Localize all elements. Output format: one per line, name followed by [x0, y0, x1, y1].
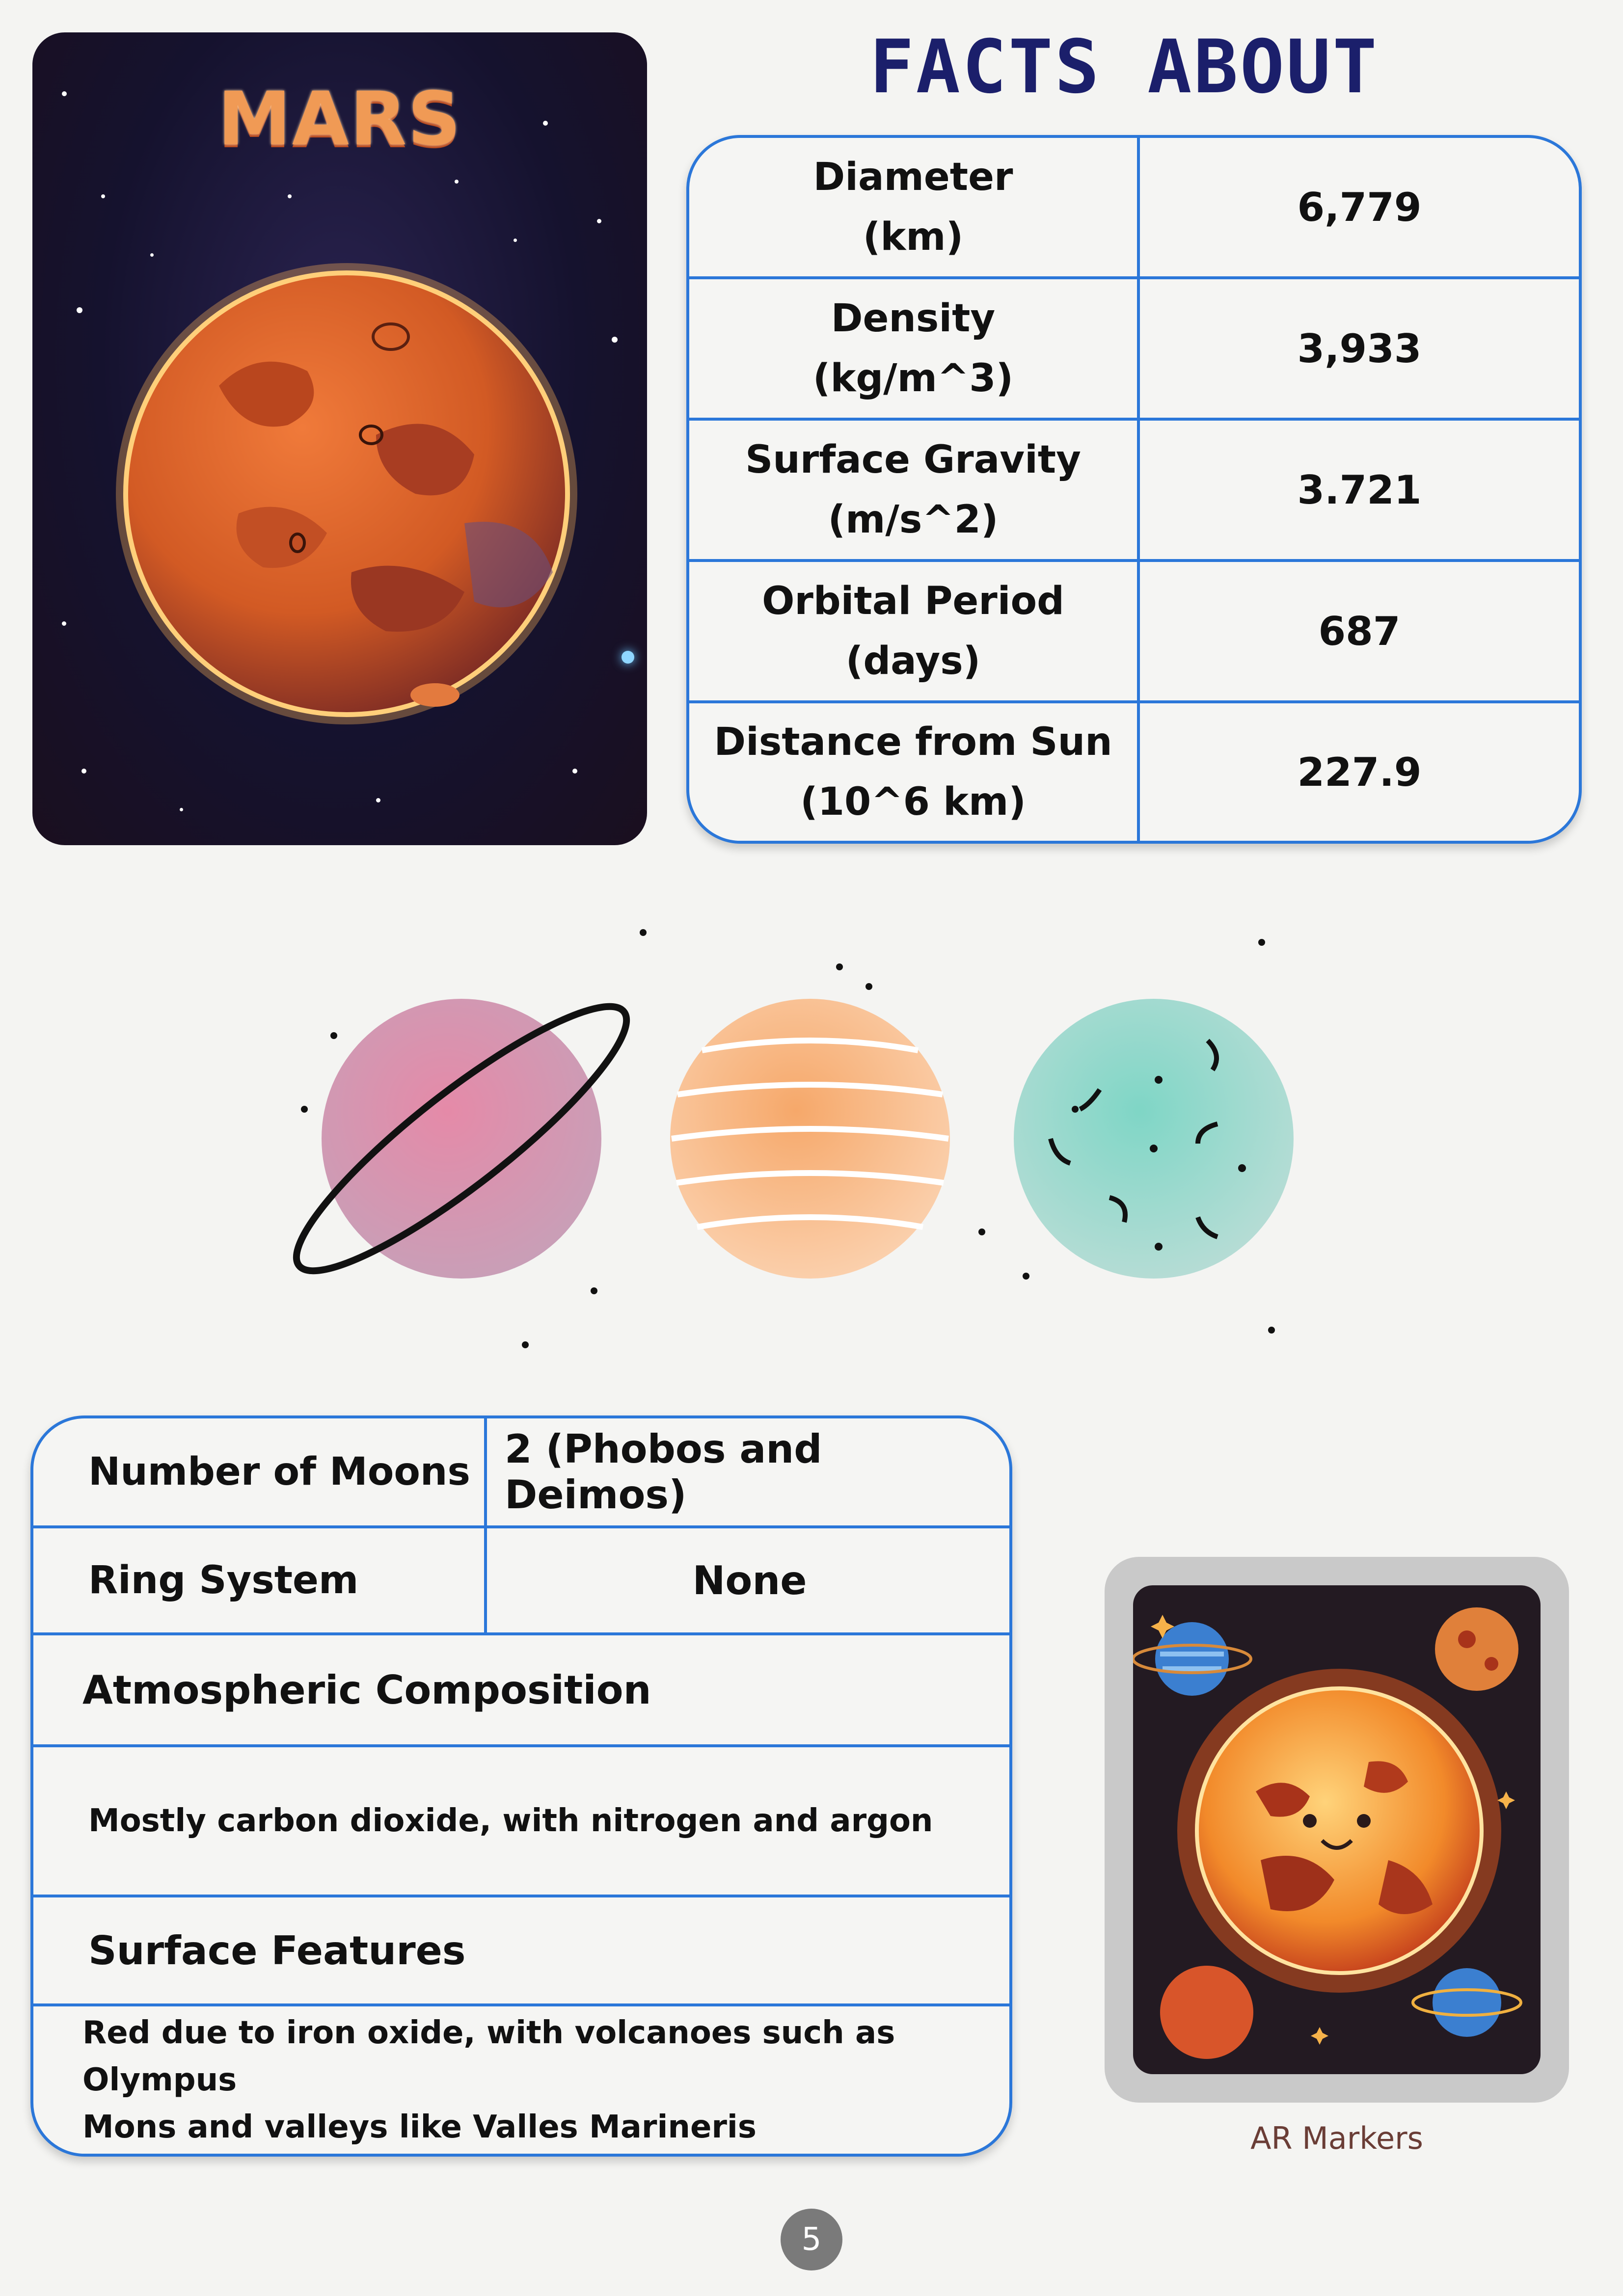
mars-card-image: MARS — [32, 32, 647, 845]
atmosphere-text-row: Mostly carbon dioxide, with nitrogen and… — [33, 1747, 1009, 1897]
mars-planet-illustration — [116, 263, 577, 724]
surface-text-line2: Mons and valleys like Valles Marineris — [82, 2109, 757, 2145]
facts-about-title: FACTS ABOUT — [869, 25, 1379, 110]
rings-label: Ring System — [33, 1528, 487, 1632]
surface-heading-row: Surface Features — [33, 1897, 1009, 2006]
fact-label-line2: (days) — [845, 639, 981, 683]
fact-row-orbital-period: Orbital Period (days) 687 — [689, 562, 1579, 703]
fact-row-density: Density (kg/m^3) 3,933 — [689, 279, 1579, 421]
surface-text-row: Red due to iron oxide, with volcanoes su… — [33, 2006, 1009, 2154]
fact-value: 6,779 — [1297, 184, 1422, 230]
ar-markers-caption: AR Markers — [1250, 2120, 1423, 2156]
fact-value: 3.721 — [1297, 467, 1422, 513]
moons-row: Number of Moons 2 (Phobos and Deimos) — [33, 1418, 1009, 1528]
fact-label-line2: (m/s^2) — [828, 498, 999, 542]
moons-value: 2 (Phobos and Deimos) — [505, 1426, 822, 1518]
facts-table: Diameter (km) 6,779 Density (kg/m^3) 3,9… — [686, 135, 1582, 844]
details-table: Number of Moons 2 (Phobos and Deimos) Ri… — [30, 1415, 1012, 2157]
fact-row-diameter: Diameter (km) 6,779 — [689, 138, 1579, 279]
fact-label: Orbital Period (days) — [689, 562, 1140, 700]
fact-row-distance-from-sun: Distance from Sun (10^6 km) 227.9 — [689, 703, 1579, 841]
fact-label-line1: Distance from Sun — [714, 720, 1112, 764]
fact-value: 227.9 — [1297, 749, 1422, 795]
fact-value: 687 — [1318, 608, 1401, 654]
ar-marker-image — [1133, 1585, 1541, 2074]
fact-label-line2: (kg/m^3) — [812, 356, 1014, 400]
page-number-badge: 5 — [781, 2209, 842, 2270]
fact-label-line1: Orbital Period — [762, 579, 1064, 623]
fact-label: Density (kg/m^3) — [689, 279, 1140, 418]
fact-label-line1: Diameter — [813, 155, 1013, 199]
rings-value: None — [692, 1557, 807, 1603]
fact-value: 3,933 — [1297, 325, 1422, 372]
ar-marker-frame — [1105, 1557, 1569, 2103]
surface-text: Red due to iron oxide, with volcanoes su… — [82, 2006, 990, 2154]
atmosphere-heading-row: Atmospheric Composition — [33, 1635, 1009, 1747]
atmosphere-text: Mostly carbon dioxide, with nitrogen and… — [88, 1803, 933, 1839]
fact-label-line1: Surface Gravity — [745, 438, 1081, 482]
fact-row-surface-gravity: Surface Gravity (m/s^2) 3.721 — [689, 421, 1579, 562]
fact-label-line1: Density — [831, 296, 996, 341]
fact-label-line2: (km) — [863, 215, 964, 259]
surface-heading: Surface Features — [88, 1927, 466, 1974]
decorative-planets — [293, 929, 1294, 1348]
fact-label-line2: (10^6 km) — [800, 780, 1026, 824]
fact-label: Diameter (km) — [689, 138, 1140, 276]
fact-label: Surface Gravity (m/s^2) — [689, 421, 1140, 559]
moons-label: Number of Moons — [33, 1418, 487, 1525]
fact-label: Distance from Sun (10^6 km) — [689, 703, 1140, 841]
rings-row: Ring System None — [33, 1528, 1009, 1635]
surface-text-line1: Red due to iron oxide, with volcanoes su… — [82, 2015, 895, 2098]
atmosphere-heading: Atmospheric Composition — [82, 1667, 651, 1713]
